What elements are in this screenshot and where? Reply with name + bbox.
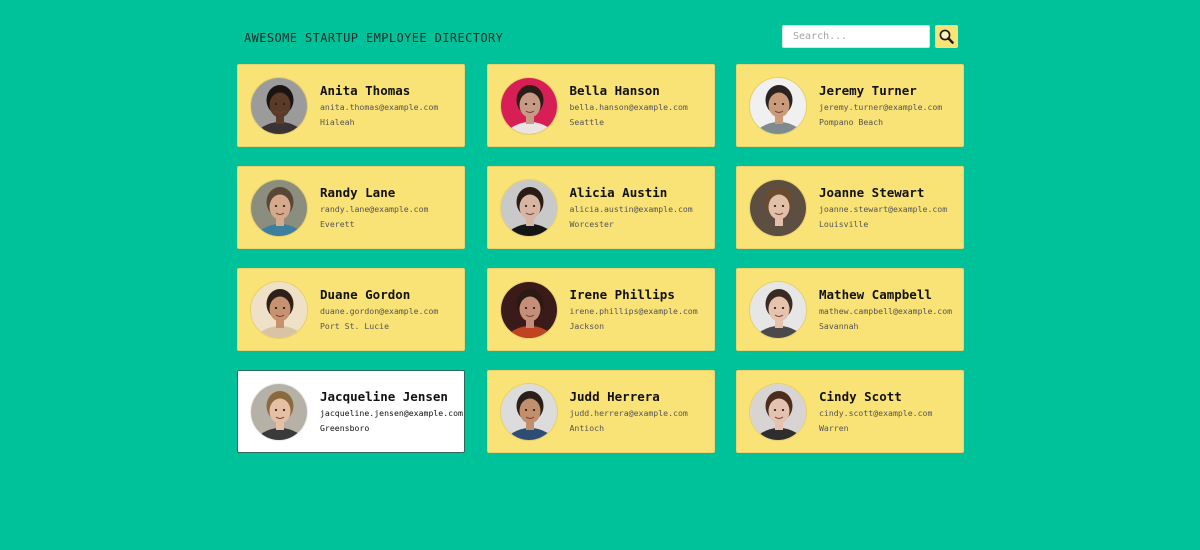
- employee-email: jacqueline.jensen@example.com: [320, 408, 463, 418]
- employee-info: Jeremy Turner jeremy.turner@example.com Po…: [819, 83, 957, 128]
- employee-name: Bella Hanson: [569, 83, 660, 98]
- employee-city: Worcester: [569, 219, 614, 229]
- employee-name: Anita Thomas: [320, 83, 411, 98]
- page-title: AWESOME STARTUP EMPLOYEE DIRECTORY: [244, 31, 504, 45]
- employee-email: mathew.campbell@example.com: [819, 306, 953, 316]
- profile-photo: [750, 282, 806, 338]
- employee-email: anita.thomas@example.com: [320, 102, 439, 112]
- avatar: [250, 383, 308, 441]
- employee-email: randy.lane@example.com: [320, 204, 429, 214]
- employee-card[interactable]: Randy Lane randy.lane@example.com Everett: [237, 166, 465, 249]
- employee-name: Alicia Austin: [569, 185, 668, 200]
- employee-info: Judd Herrera judd.herrera@example.com Anti…: [570, 389, 708, 434]
- search-input[interactable]: [782, 25, 930, 48]
- avatar: [250, 179, 308, 237]
- avatar: [749, 383, 807, 441]
- employee-card[interactable]: Judd Herrera judd.herrera@example.com Anti…: [486, 370, 715, 453]
- employee-card[interactable]: Bella Hanson bella.hanson@example.com Seat…: [486, 64, 715, 147]
- avatar: [749, 179, 807, 237]
- employee-card[interactable]: Anita Thomas anita.thomas@example.com Hial…: [237, 64, 465, 147]
- profile-photo: [251, 78, 307, 134]
- employee-city: Port St. Lucie: [320, 321, 390, 331]
- employee-name: Irene Phillips: [569, 287, 675, 302]
- employee-email: irene.phillips@example.com: [569, 306, 698, 316]
- avatar: [749, 77, 807, 135]
- employee-city: Pompano Beach: [819, 117, 884, 127]
- employee-city: Everett: [320, 219, 355, 229]
- profile-photo: [500, 384, 557, 440]
- employee-email: judd.herrera@example.com: [569, 408, 688, 418]
- employee-name: Mathew Campbell: [819, 287, 932, 302]
- employee-city: Greensboro: [320, 423, 370, 433]
- profile-photo: [750, 180, 806, 236]
- employee-grid: Anita Thomas anita.thomas@example.com Hial…: [237, 64, 964, 453]
- employee-email: jeremy.turner@example.com: [819, 102, 943, 112]
- employee-info: Duane Gordon duane.gordon@example.com Port…: [320, 287, 458, 332]
- employee-card[interactable]: Mathew Campbell mathew.campbell@example.c…: [736, 268, 964, 351]
- employee-name: Joanne Stewart: [819, 185, 925, 200]
- employee-name: Judd Herrera: [569, 389, 660, 404]
- employee-info: Randy Lane randy.lane@example.com Everett: [320, 185, 458, 230]
- employee-name: Jacqueline Jensen: [320, 389, 448, 404]
- employee-info: Jacqueline Jensen jacqueline.jensen@examp…: [320, 389, 463, 434]
- profile-photo: [251, 282, 307, 338]
- employee-name: Randy Lane: [320, 185, 396, 200]
- employee-city: Warren: [819, 423, 849, 433]
- profile-photo: [251, 384, 307, 440]
- avatar: [250, 281, 308, 339]
- employee-name: Duane Gordon: [320, 287, 411, 302]
- avatar: [250, 77, 308, 135]
- search-button[interactable]: [935, 25, 958, 48]
- employee-city: Jackson: [569, 321, 605, 331]
- profile-photo: [750, 78, 806, 134]
- employee-info: Cindy Scott cindy.scott@example.com Warren: [819, 389, 957, 434]
- employee-info: Alicia Austin alicia.austin@example.com Wo…: [570, 185, 708, 230]
- employee-card[interactable]: Jacqueline Jensen jacqueline.jensen@examp…: [237, 370, 465, 453]
- employee-city: Savannah: [819, 321, 859, 331]
- employee-info: Anita Thomas anita.thomas@example.com Hial…: [320, 83, 458, 128]
- profile-photo: [500, 282, 557, 338]
- avatar: [499, 281, 558, 339]
- employee-city: Louisville: [819, 219, 869, 229]
- employee-email: joanne.stewart@example.com: [819, 204, 948, 214]
- magnifier-icon: [939, 29, 954, 44]
- employee-email: alicia.austin@example.com: [569, 204, 693, 214]
- employee-info: Joanne Stewart joanne.stewart@example.com…: [819, 185, 957, 230]
- employee-card[interactable]: Duane Gordon duane.gordon@example.com Port…: [237, 268, 465, 351]
- profile-photo: [500, 78, 557, 134]
- employee-info: Mathew Campbell mathew.campbell@example.c…: [819, 287, 957, 332]
- employee-card[interactable]: Alicia Austin alicia.austin@example.com Wo…: [486, 166, 715, 249]
- employee-email: duane.gordon@example.com: [320, 306, 439, 316]
- employee-card[interactable]: Irene Phillips irene.phillips@example.com…: [486, 268, 715, 351]
- employee-info: Irene Phillips irene.phillips@example.com…: [570, 287, 708, 332]
- avatar: [499, 77, 558, 135]
- employee-name: Cindy Scott: [819, 389, 902, 404]
- employee-info: Bella Hanson bella.hanson@example.com Seat…: [570, 83, 708, 128]
- profile-photo: [500, 180, 557, 236]
- avatar: [749, 281, 807, 339]
- employee-card[interactable]: Jeremy Turner jeremy.turner@example.com Po…: [736, 64, 964, 147]
- employee-city: Seattle: [569, 117, 605, 127]
- employee-city: Antioch: [569, 423, 605, 433]
- profile-photo: [750, 384, 806, 440]
- employee-city: Hialeah: [320, 117, 355, 127]
- employee-email: bella.hanson@example.com: [569, 102, 688, 112]
- employee-card[interactable]: Joanne Stewart joanne.stewart@example.com…: [736, 166, 964, 249]
- avatar: [499, 383, 558, 441]
- avatar: [499, 179, 558, 237]
- employee-card[interactable]: Cindy Scott cindy.scott@example.com Warren: [736, 370, 964, 453]
- employee-name: Jeremy Turner: [819, 83, 917, 98]
- profile-photo: [251, 180, 307, 236]
- employee-email: cindy.scott@example.com: [819, 408, 933, 418]
